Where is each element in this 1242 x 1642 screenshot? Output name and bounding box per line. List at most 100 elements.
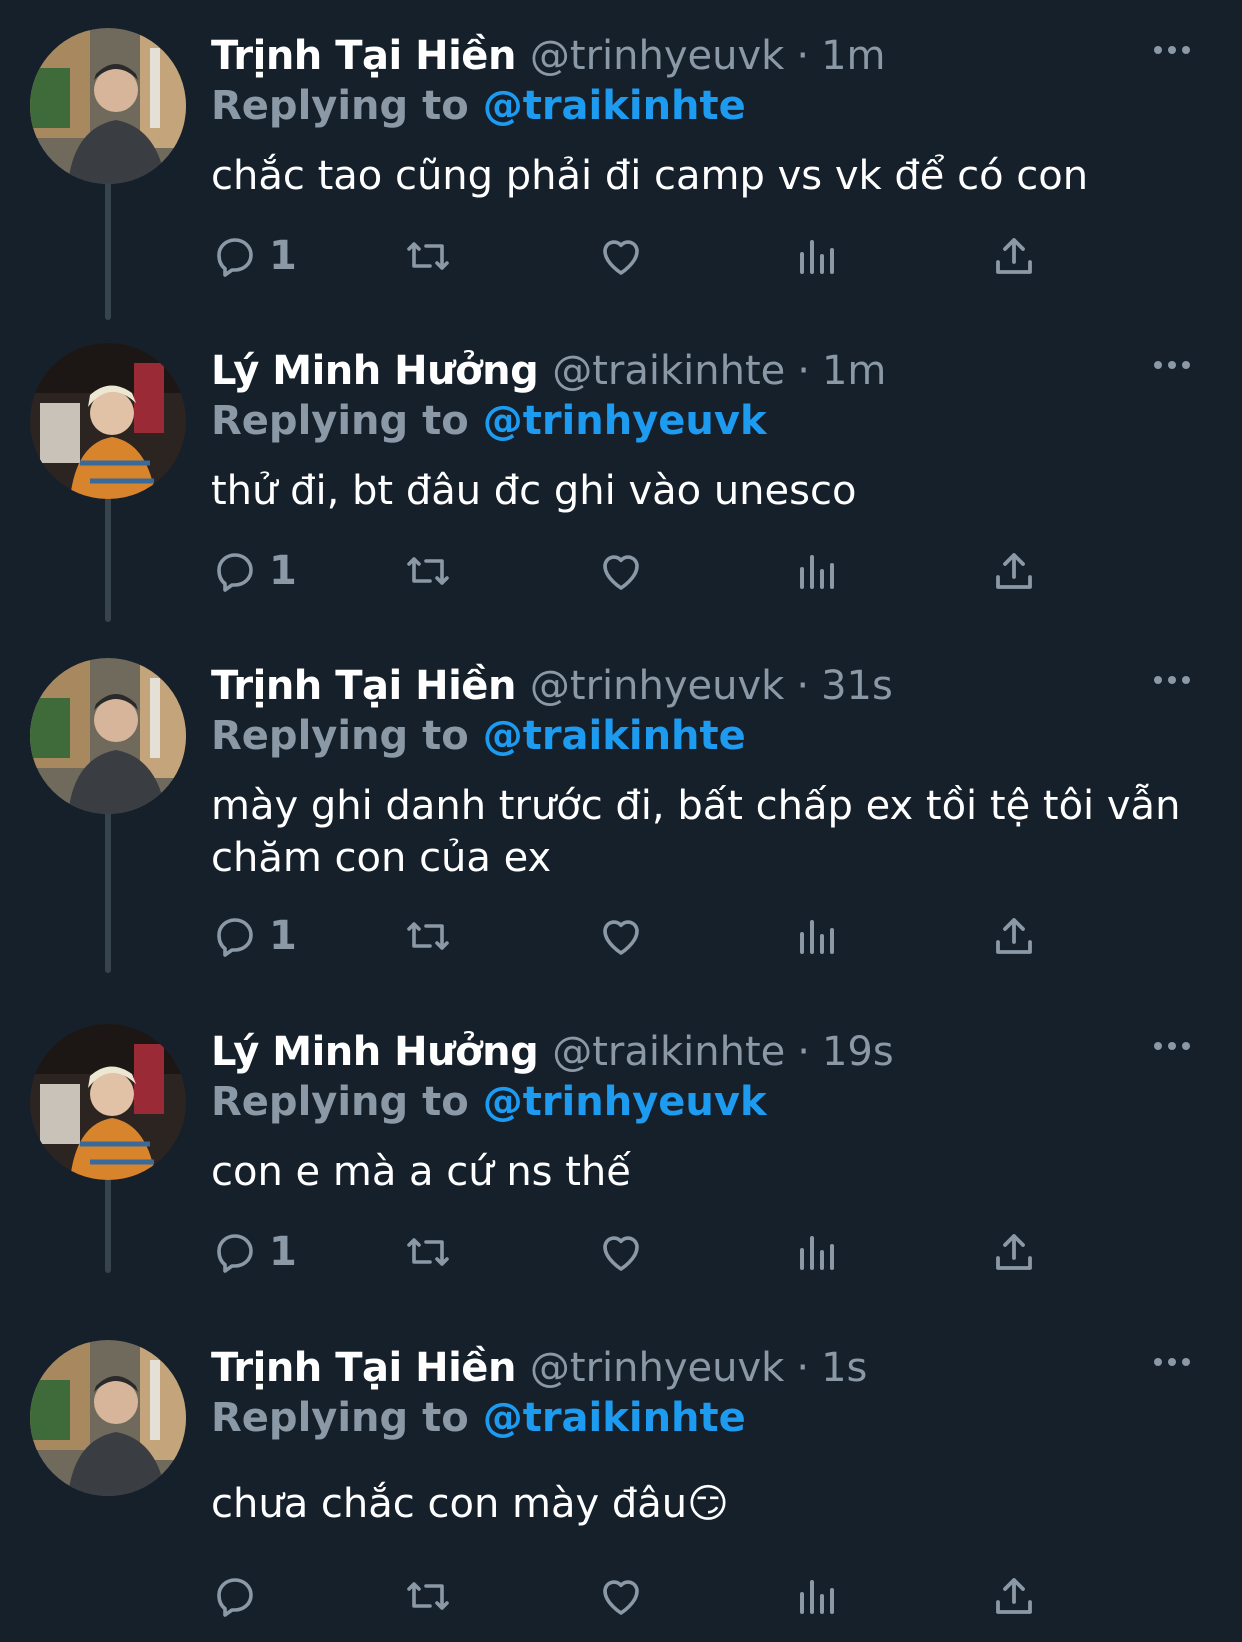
mention-link[interactable]: @traikinhte [483, 83, 746, 129]
reply-icon [217, 553, 253, 592]
analytics-icon [800, 920, 834, 954]
more-icon[interactable] [1154, 1042, 1190, 1050]
views-button[interactable] [794, 228, 842, 284]
reply-button[interactable]: 1 [211, 543, 297, 599]
separator-dot: · [796, 33, 810, 79]
display-name[interactable]: Lý Minh Hưởng [211, 1029, 539, 1075]
timestamp[interactable]: 19s [822, 1029, 894, 1075]
like-button[interactable] [597, 908, 645, 964]
mention-link[interactable]: @traikinhte [483, 713, 746, 759]
user-handle[interactable]: @traikinhte [552, 1029, 785, 1075]
mention-link[interactable]: @trinhyeuvk [483, 398, 767, 444]
analytics-icon [800, 1236, 834, 1270]
heart-icon [603, 555, 639, 590]
reply-button[interactable]: 1 [211, 908, 297, 964]
avatar[interactable] [30, 1340, 186, 1496]
separator-dot: · [797, 1029, 810, 1075]
reply-count: 1 [269, 1229, 297, 1275]
retweet-button[interactable] [404, 908, 452, 964]
reply-icon [217, 1234, 253, 1273]
replying-label: Replying to [211, 713, 469, 759]
views-button[interactable] [794, 1224, 842, 1280]
share-button[interactable] [990, 543, 1038, 599]
timestamp[interactable]: 31s [821, 663, 893, 709]
display-name[interactable]: Trịnh Tại Hiền [211, 33, 516, 79]
tweet-text: chưa chắc con mày đâu😏 [211, 1481, 729, 1527]
tweet[interactable]: Trịnh Tại Hiền @trinhyeuvk · 1m Replying… [0, 28, 1242, 328]
display-name[interactable]: Trịnh Tại Hiền [211, 1345, 516, 1391]
views-button[interactable] [794, 543, 842, 599]
avatar[interactable] [30, 343, 186, 499]
mention-link[interactable]: @trinhyeuvk [483, 1079, 767, 1125]
retweet-icon [407, 557, 449, 585]
tweet-text: thử đi, bt đâu đc ghi vào unesco [211, 468, 857, 514]
reply-count: 1 [269, 233, 297, 279]
reply-button[interactable] [211, 1568, 269, 1624]
reply-count: 1 [269, 913, 297, 959]
like-button[interactable] [597, 543, 645, 599]
avatar[interactable] [30, 1024, 186, 1180]
avatar[interactable] [30, 28, 186, 184]
views-button[interactable] [794, 908, 842, 964]
tweet[interactable]: Trịnh Tại Hiền @trinhyeuvk · 31s Replyin… [0, 658, 1242, 1008]
avatar[interactable] [30, 658, 186, 814]
timestamp[interactable]: 1s [821, 1345, 867, 1391]
share-button[interactable] [990, 1568, 1038, 1624]
timestamp[interactable]: 1m [822, 348, 886, 394]
share-button[interactable] [990, 228, 1038, 284]
analytics-icon [800, 555, 834, 589]
reply-button[interactable]: 1 [211, 228, 297, 284]
retweet-button[interactable] [404, 1224, 452, 1280]
more-icon[interactable] [1154, 1358, 1190, 1366]
share-button[interactable] [990, 1224, 1038, 1280]
share-icon [996, 918, 1032, 954]
mention-link[interactable]: @traikinhte [483, 1395, 746, 1441]
display-name[interactable]: Trịnh Tại Hiền [211, 663, 516, 709]
user-handle[interactable]: @trinhyeuvk [530, 33, 784, 79]
user-handle[interactable]: @traikinhte [552, 348, 785, 394]
retweet-icon [407, 1238, 449, 1266]
replying-to: Replying to @traikinhte [211, 713, 746, 759]
more-icon[interactable] [1154, 361, 1190, 369]
replying-label: Replying to [211, 1079, 469, 1125]
share-icon [996, 238, 1032, 274]
retweet-button[interactable] [404, 228, 452, 284]
replying-label: Replying to [211, 1395, 469, 1441]
reply-button[interactable]: 1 [211, 1224, 297, 1280]
action-bar: 1 [211, 543, 1091, 599]
tweet-header: Trịnh Tại Hiền @trinhyeuvk · 1m [211, 33, 885, 85]
tweet-header: Lý Minh Hưởng @traikinhte · 1m [211, 348, 886, 400]
retweet-icon [407, 242, 449, 270]
separator-dot: · [796, 1345, 810, 1391]
replying-label: Replying to [211, 83, 469, 129]
action-bar: 1 [211, 908, 1091, 964]
like-button[interactable] [597, 1568, 645, 1624]
heart-icon [603, 1236, 639, 1271]
user-handle[interactable]: @trinhyeuvk [530, 1345, 784, 1391]
reply-count: 1 [269, 548, 297, 594]
user-handle[interactable]: @trinhyeuvk [530, 663, 784, 709]
like-button[interactable] [597, 228, 645, 284]
tweet-header: Trịnh Tại Hiền @trinhyeuvk · 31s [211, 663, 893, 715]
tweet[interactable]: Trịnh Tại Hiền @trinhyeuvk · 1s Replying… [0, 1340, 1242, 1640]
share-icon [996, 553, 1032, 589]
retweet-icon [407, 1582, 449, 1610]
tweet[interactable]: Lý Minh Hưởng @traikinhte · 1m Replying … [0, 343, 1242, 643]
heart-icon [603, 1580, 639, 1615]
share-button[interactable] [990, 908, 1038, 964]
reply-icon [217, 238, 253, 277]
display-name[interactable]: Lý Minh Hưởng [211, 348, 539, 394]
analytics-icon [800, 240, 834, 274]
more-icon[interactable] [1154, 676, 1190, 684]
more-icon[interactable] [1154, 46, 1190, 54]
retweet-button[interactable] [404, 543, 452, 599]
like-button[interactable] [597, 1224, 645, 1280]
tweet[interactable]: Lý Minh Hưởng @traikinhte · 19s Replying… [0, 1024, 1242, 1324]
retweet-button[interactable] [404, 1568, 452, 1624]
timestamp[interactable]: 1m [821, 33, 885, 79]
replying-to: Replying to @trinhyeuvk [211, 1079, 767, 1125]
heart-icon [603, 920, 639, 955]
tweet-text: con e mà a cứ ns thế [211, 1149, 631, 1195]
share-icon [996, 1234, 1032, 1270]
views-button[interactable] [794, 1568, 842, 1624]
